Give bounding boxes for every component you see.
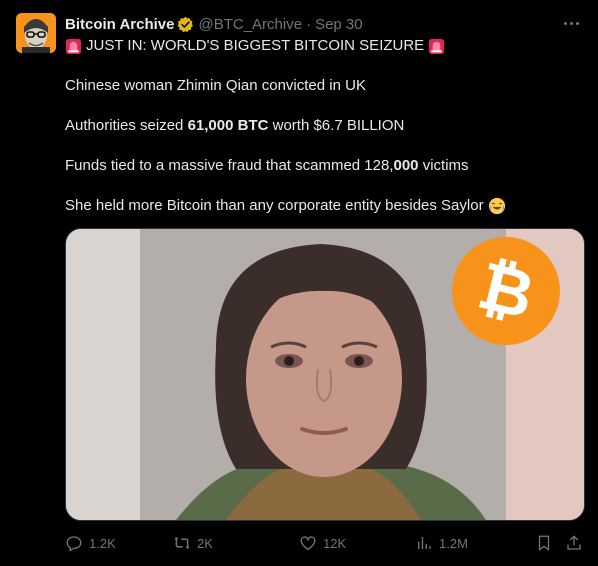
tweet-header: Bitcoin Archive @BTC_Archive · Sep 30	[65, 14, 363, 34]
tweet[interactable]: Bitcoin Archive @BTC_Archive · Sep 30 JU…	[0, 0, 598, 566]
reply-count: 1.2K	[89, 535, 116, 551]
body-line-saylor: She held more Bitcoin than any corporate…	[65, 196, 506, 216]
avatar-image	[16, 13, 56, 53]
verified-badge-icon[interactable]	[177, 16, 194, 33]
share-button[interactable]	[565, 533, 589, 553]
repost-button[interactable]: 2K	[173, 533, 213, 553]
more-icon[interactable]	[560, 12, 582, 34]
tweet-image[interactable]: ₿	[65, 228, 585, 521]
repost-icon	[174, 537, 190, 549]
repost-count: 2K	[197, 535, 213, 551]
headline-text: JUST IN: WORLD'S BIGGEST BITCOIN SEIZURE	[86, 37, 425, 54]
mugshot-image: ₿	[66, 229, 584, 520]
fraud-text-pre: Funds tied to a massive fraud that scamm…	[65, 157, 394, 174]
siren-emoji-icon	[429, 38, 445, 54]
fraud-victims-bold: 000	[393, 157, 419, 174]
avatar[interactable]	[16, 13, 56, 53]
separator-dot: ·	[306, 15, 312, 33]
reply-button[interactable]: 1.2K	[65, 533, 116, 553]
views-button[interactable]: 1.2M	[415, 533, 468, 553]
views-icon	[418, 537, 431, 549]
tweet-date[interactable]: Sep 30	[315, 16, 363, 33]
headline-line: JUST IN: WORLD'S BIGGEST BITCOIN SEIZURE	[65, 36, 449, 56]
seizure-amount: 61,000 BTC	[187, 117, 269, 134]
seizure-text-post: worth $6.7 BILLION	[268, 117, 405, 134]
laughing-emoji-icon	[488, 197, 505, 215]
seizure-text-pre: Authorities seized	[65, 117, 188, 134]
like-button[interactable]: 12K	[299, 533, 346, 553]
fraud-text-post: victims	[418, 157, 469, 174]
body-line-conviction: Chinese woman Zhimin Qian convicted in U…	[65, 76, 366, 96]
like-icon	[300, 536, 316, 551]
like-count: 12K	[323, 535, 347, 551]
reply-icon	[66, 536, 82, 552]
share-icon	[567, 535, 581, 550]
siren-emoji-icon	[65, 38, 82, 54]
bookmark-icon	[538, 535, 550, 551]
saylor-text: She held more Bitcoin than any corporate…	[65, 197, 484, 214]
conviction-text: Chinese woman Zhimin Qian convicted in U…	[65, 77, 366, 94]
author-name[interactable]: Bitcoin Archive	[65, 16, 174, 33]
bookmark-button[interactable]	[535, 533, 559, 553]
author-handle[interactable]: @BTC_Archive	[198, 16, 302, 33]
action-bar: 1.2K 2K 12K 1.2M	[65, 533, 585, 553]
body-line-fraud: Funds tied to a massive fraud that scamm…	[65, 156, 469, 176]
body-line-seizure: Authorities seized 61,000 BTC worth $6.7…	[65, 116, 404, 136]
views-count: 1.2M	[439, 535, 468, 551]
